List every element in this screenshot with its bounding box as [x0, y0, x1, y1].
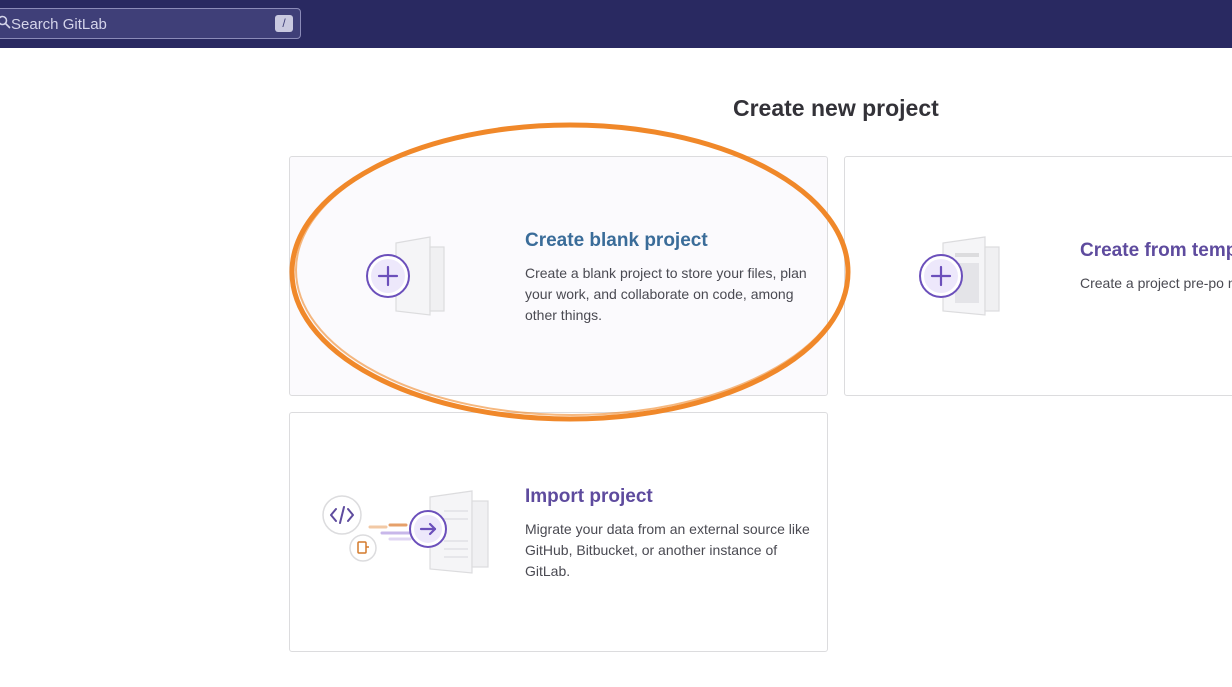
top-navigation-bar: Search GitLab /	[0, 0, 1232, 48]
create-from-template-description: Create a project pre-po necessary files …	[1080, 275, 1232, 291]
template-project-illustration-icon	[919, 236, 1000, 316]
import-project-description: Migrate your data from an external sourc…	[525, 521, 810, 579]
create-from-template-title[interactable]: Create from temp	[1080, 240, 1232, 262]
create-blank-project-card[interactable]: Create blank project Create a blank proj…	[289, 156, 828, 396]
import-project-title[interactable]: Import project	[525, 486, 653, 508]
search-icon	[0, 15, 11, 29]
search-input[interactable]: Search GitLab /	[0, 8, 301, 39]
blank-project-illustration-icon	[366, 236, 445, 316]
import-project-illustration-icon	[322, 490, 489, 574]
create-blank-project-title[interactable]: Create blank project	[525, 230, 708, 252]
search-shortcut-key: /	[275, 15, 293, 32]
search-placeholder: Search GitLab	[11, 16, 107, 33]
page-title: Create new project	[733, 95, 939, 121]
import-project-card[interactable]: Import project Migrate your data from an…	[289, 412, 828, 652]
create-blank-project-description: Create a blank project to store your fil…	[525, 265, 807, 323]
create-from-template-card[interactable]: Create from temp Create a project pre-po…	[844, 156, 1232, 396]
